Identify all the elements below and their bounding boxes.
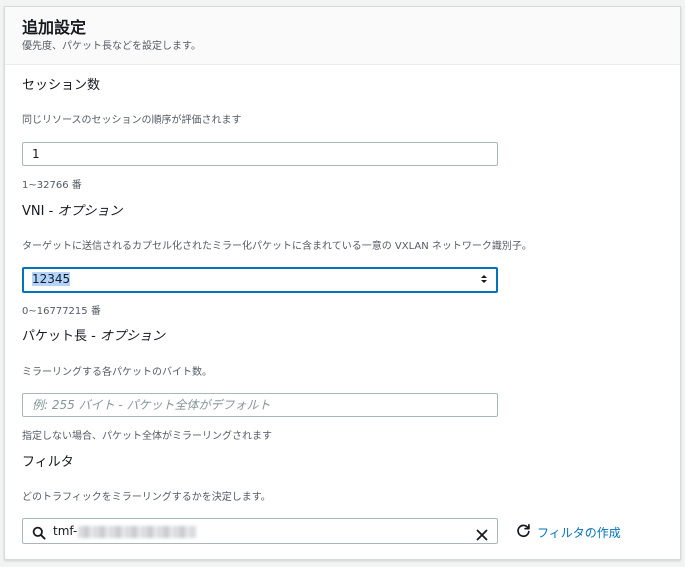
search-icon (32, 524, 46, 540)
packet-length-label-optional: オプション (99, 329, 165, 344)
vni-value: 12345 (32, 272, 71, 286)
additional-settings-panel: 追加設定 優先度、パケット長などを設定します。 セッション数 同じリソースのセッ… (4, 6, 681, 560)
vni-label: VNI - オプション (22, 203, 122, 221)
session-number-description: 同じリソースのセッションの順序が評価されます (22, 115, 242, 126)
filter-description: どのトラフィックをミラーリングするかを決定します。 (22, 492, 271, 503)
vni-label-optional: オプション (57, 204, 123, 219)
session-number-value: 1 (32, 147, 40, 161)
panel-header: 追加設定 優先度、パケット長などを設定します。 (5, 7, 680, 65)
filter-value: tmf- (53, 524, 78, 538)
packet-length-description: ミラーリングする各パケットのバイト数。 (22, 367, 212, 378)
vni-input[interactable]: 12345 (22, 267, 498, 293)
packet-length-hint: 指定しない場合、パケット全体がミラーリングされます (22, 431, 272, 442)
packet-length-placeholder: 例: 255 バイト - パケット全体がデフォルト (32, 398, 271, 412)
refresh-icon (516, 523, 531, 542)
session-number-hint: 1~32766 番 (22, 180, 82, 191)
vni-hint: 0~16777215 番 (22, 306, 101, 317)
panel-subtitle: 優先度、パケット長などを設定します。 (22, 41, 201, 52)
packet-length-label-text: パケット長 - (22, 329, 100, 344)
session-number-label: セッション数 (22, 78, 101, 93)
create-filter-label: フィルタの作成 (537, 525, 621, 540)
clear-icon[interactable] (476, 525, 488, 541)
packet-length-input[interactable]: 例: 255 バイト - パケット全体がデフォルト (22, 393, 498, 417)
redacted-filter-id (78, 525, 197, 538)
filter-label: フィルタ (22, 455, 74, 470)
vni-label-text: VNI - (22, 204, 58, 219)
create-filter-link[interactable]: フィルタの作成 (516, 523, 621, 542)
session-number-input[interactable]: 1 (22, 142, 498, 166)
packet-length-label: パケット長 - オプション (22, 328, 165, 346)
vni-description: ターゲットに送信されるカプセル化されたミラー化パケットに含まれている一意の VX… (22, 241, 532, 252)
spinner-icon[interactable] (480, 273, 488, 285)
filter-select[interactable]: tmf- (22, 518, 498, 544)
panel-title: 追加設定 (22, 18, 87, 37)
